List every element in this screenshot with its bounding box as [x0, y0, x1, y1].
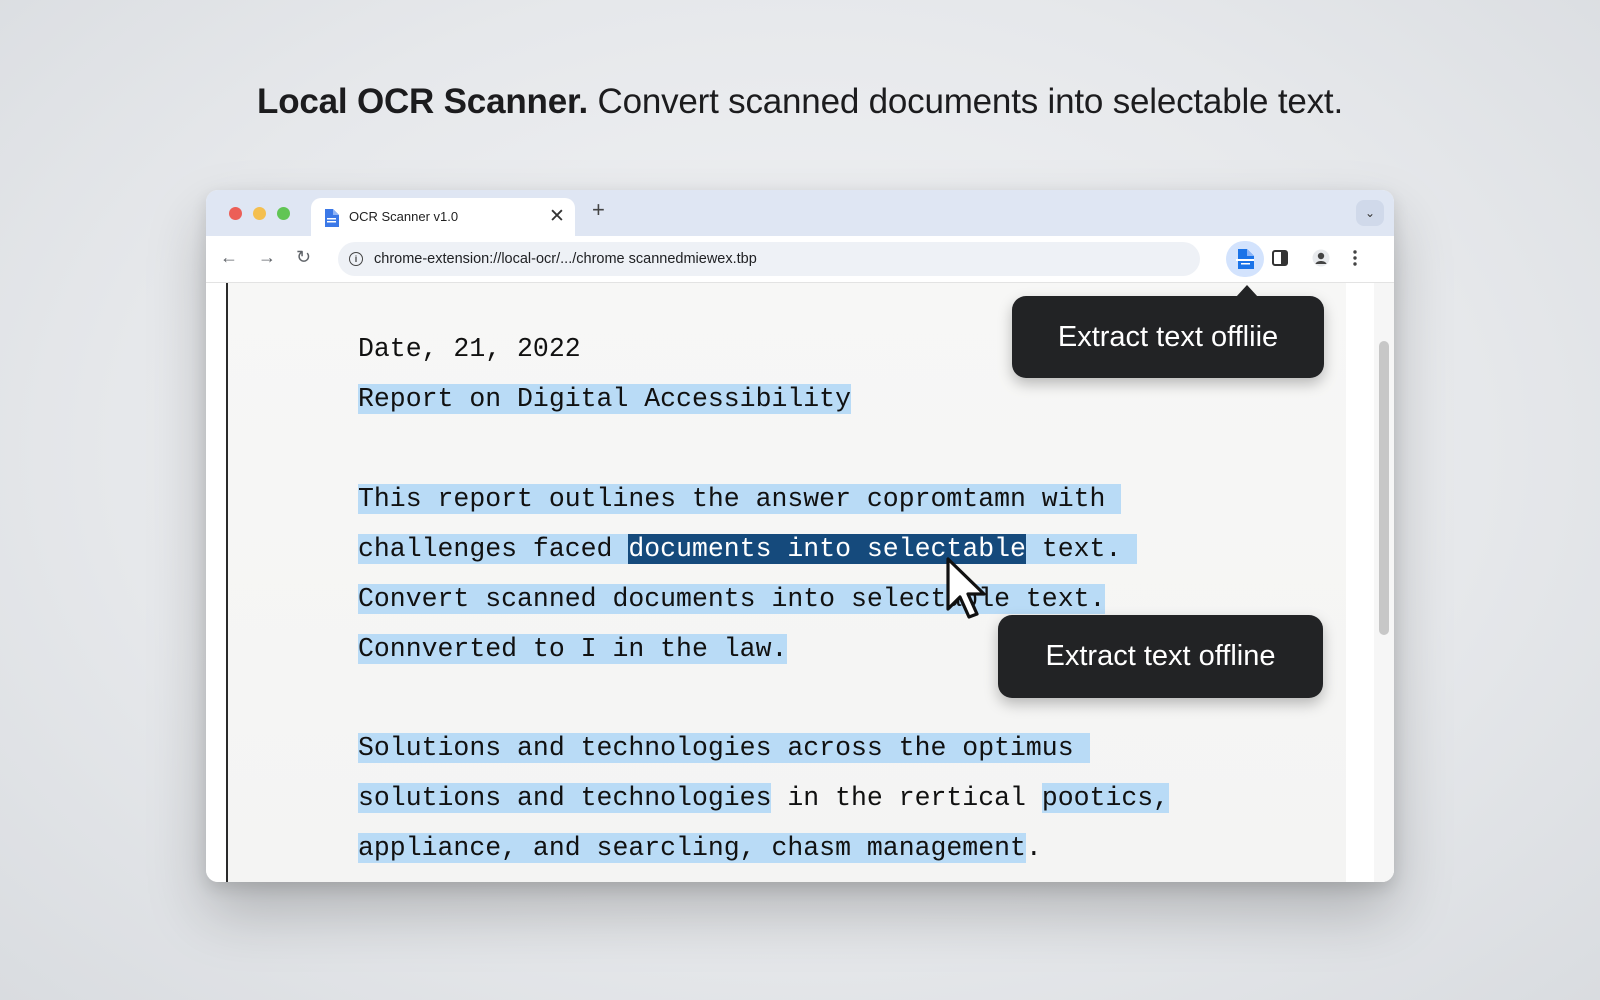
doc-line[interactable]: appliance, and searcling, chasm manageme…: [358, 832, 1042, 864]
tab-bar: OCR Scanner v1.0 ✕ + ⌄: [206, 190, 1394, 236]
doc-line-text: This report outlines the answer copromta…: [358, 484, 1122, 514]
tab-ocr-scanner[interactable]: OCR Scanner v1.0 ✕: [311, 198, 575, 236]
doc-title[interactable]: Report on Digital Accessibility: [358, 383, 851, 415]
browser-window: OCR Scanner v1.0 ✕ + ⌄ ← → ↻ i chrome-ex…: [206, 190, 1394, 882]
kebab-menu-icon[interactable]: [1352, 249, 1358, 267]
url-text[interactable]: chrome-extension://local-ocr/.../chrome …: [374, 251, 757, 267]
page-headline: Local OCR Scanner. Convert scanned docum…: [0, 82, 1600, 122]
chevron-down-icon: ⌄: [1364, 206, 1376, 220]
doc-line-text: Connverted to I in the law.: [358, 634, 788, 664]
headline-bold: Local OCR Scanner.: [257, 82, 588, 121]
doc-line-text: appliance, and searcling, chasm manageme…: [358, 833, 1026, 863]
tab-search-button[interactable]: ⌄: [1356, 200, 1384, 226]
maximize-window-button[interactable]: [277, 207, 290, 220]
scrollbar-thumb[interactable]: [1379, 341, 1389, 635]
tab-title: OCR Scanner v1.0: [349, 209, 459, 224]
headline-rest: Convert scanned documents into selectabl…: [587, 82, 1343, 121]
browser-toolbar: ← → ↻ i chrome-extension://local-ocr/...…: [206, 236, 1394, 283]
doc-line-text: challenges faced: [358, 534, 629, 564]
doc-line-text: text.: [1025, 534, 1138, 564]
doc-line[interactable]: challenges faced documents into selectab…: [358, 533, 1138, 565]
profile-icon[interactable]: [1312, 249, 1330, 267]
forward-button[interactable]: →: [258, 247, 276, 268]
context-tooltip: Extract text offline: [998, 615, 1323, 698]
extension-tooltip: Extract text offliie: [1012, 285, 1324, 378]
doc-date[interactable]: Date, 21, 2022: [358, 333, 581, 365]
doc-line[interactable]: solutions and technologies in the rertic…: [358, 782, 1170, 814]
side-panel-icon[interactable]: [1271, 249, 1289, 267]
document-icon: [325, 209, 339, 227]
mouse-pointer-icon: [946, 557, 986, 619]
document-scan-icon: [1236, 249, 1254, 269]
doc-line-text: Solutions and technologies across the op…: [358, 733, 1090, 763]
doc-line[interactable]: Solutions and technologies across the op…: [358, 732, 1090, 764]
minimize-window-button[interactable]: [253, 207, 266, 220]
ocr-extension-button[interactable]: [1226, 241, 1264, 277]
close-window-button[interactable]: [229, 207, 242, 220]
doc-line-text: pootics,: [1041, 783, 1170, 813]
address-bar[interactable]: i chrome-extension://local-ocr/.../chrom…: [338, 242, 1200, 276]
doc-line-text: in the rertical: [771, 783, 1042, 813]
new-tab-button[interactable]: +: [592, 197, 605, 223]
doc-line[interactable]: Connverted to I in the law.: [358, 633, 788, 665]
site-info-icon[interactable]: i: [349, 252, 363, 266]
doc-line-text: .: [1025, 833, 1042, 863]
doc-line[interactable]: This report outlines the answer copromta…: [358, 483, 1122, 515]
reload-button[interactable]: ↻: [296, 247, 311, 268]
back-button[interactable]: ←: [220, 247, 238, 268]
doc-title-text: Report on Digital Accessibility: [358, 384, 851, 414]
tab-close-icon[interactable]: ✕: [549, 205, 565, 228]
doc-line-text: solutions and technologies: [358, 783, 772, 813]
